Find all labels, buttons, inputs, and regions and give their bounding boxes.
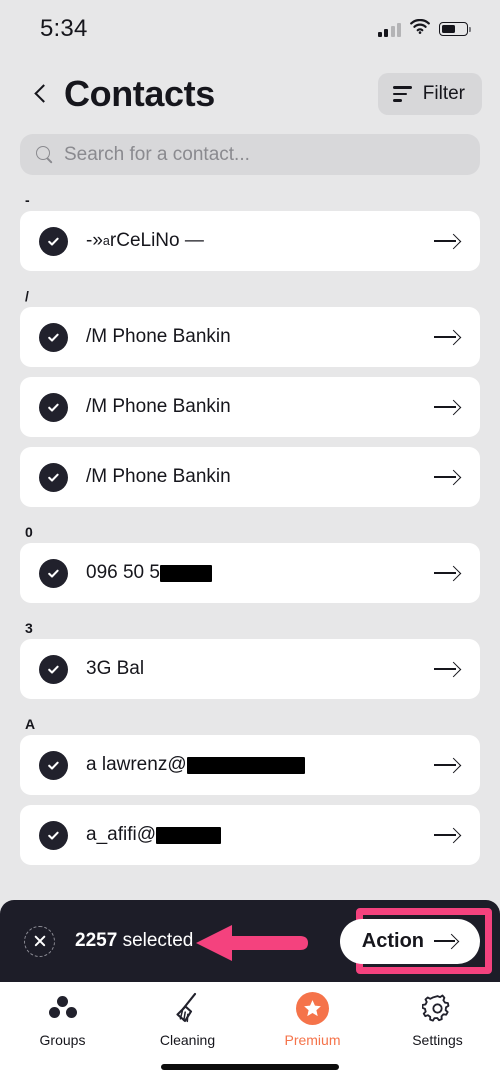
checkmark-circle-icon[interactable] <box>39 558 68 588</box>
arrow-right-icon[interactable] <box>434 756 460 774</box>
contact-row[interactable]: a lawrenz@ <box>20 735 480 795</box>
contact-name: a lawrenz@ <box>86 754 305 776</box>
contact-name: 3G Bal <box>86 658 145 679</box>
arrow-right-icon[interactable] <box>434 564 460 582</box>
section-letter: 3 <box>25 620 33 636</box>
section-letter: 0 <box>25 524 33 540</box>
search-icon <box>36 146 53 163</box>
tab-settings-label: Settings <box>412 1032 463 1048</box>
contact-row[interactable]: /M Phone Bankin <box>20 447 480 507</box>
arrow-right-icon <box>434 933 458 949</box>
tab-groups[interactable]: Groups <box>0 991 125 1048</box>
contact-name: /M Phone Bankin <box>86 466 231 487</box>
checkmark-circle-icon[interactable] <box>39 462 68 492</box>
selection-action-bar: 2257 selected Action <box>0 900 500 982</box>
contact-list[interactable]: - -» a rCeLiNo — / /M Phone Bankin/M Phone Ba… <box>0 175 500 865</box>
tab-groups-label: Groups <box>39 1032 86 1048</box>
arrow-right-icon[interactable] <box>434 826 460 844</box>
selected-count: 2257 <box>75 930 118 951</box>
groups-dots-icon <box>47 991 79 1025</box>
close-icon <box>33 934 47 948</box>
filter-button-label: Filter <box>422 83 465 104</box>
contact-name: 096 50 5 <box>86 562 212 584</box>
tab-settings[interactable]: Settings <box>375 991 500 1048</box>
checkmark-circle-icon[interactable] <box>39 392 68 422</box>
selected-label: selected <box>122 930 194 951</box>
checkmark-circle-icon[interactable] <box>39 322 68 352</box>
arrow-right-icon[interactable] <box>434 468 460 486</box>
bottom-tab-bar: Groups Cleaning Premium Settings <box>0 982 500 1082</box>
tab-premium[interactable]: Premium <box>250 991 375 1048</box>
checkmark-circle-icon[interactable] <box>39 750 68 780</box>
contact-row[interactable]: -» a rCeLiNo — <box>20 211 480 271</box>
status-time: 5:34 <box>40 15 88 42</box>
search-section: Search for a contact... <box>0 116 500 175</box>
battery-icon <box>439 22 471 36</box>
action-button-label: Action <box>361 929 424 952</box>
tab-cleaning[interactable]: Cleaning <box>125 991 250 1048</box>
section-letter: A <box>25 716 36 732</box>
filter-button[interactable]: Filter <box>377 73 482 115</box>
filter-lines-icon <box>392 86 412 102</box>
tab-premium-label: Premium <box>284 1032 341 1048</box>
app-screen: 5:34 Contacts Filter Search for a contac… <box>0 0 500 1082</box>
checkmark-circle-icon[interactable] <box>39 226 68 256</box>
contact-name: a_afifi@ <box>86 824 221 846</box>
tab-cleaning-label: Cleaning <box>159 1032 216 1048</box>
section-letter: / <box>25 288 29 304</box>
checkmark-circle-icon[interactable] <box>39 820 68 850</box>
home-indicator <box>161 1064 339 1070</box>
contact-name: /M Phone Bankin <box>86 326 231 347</box>
contact-row[interactable]: /M Phone Bankin <box>20 307 480 367</box>
contact-row[interactable]: a_afifi@ <box>20 805 480 865</box>
status-bar: 5:34 <box>0 0 500 58</box>
contact-row[interactable]: 096 50 5 <box>20 543 480 603</box>
wifi-icon <box>410 18 430 39</box>
checkmark-circle-icon[interactable] <box>39 654 68 684</box>
redacted-text <box>186 756 305 774</box>
section-letter: - <box>25 192 30 208</box>
selection-status: 2257 selected <box>75 930 193 952</box>
arrow-right-icon[interactable] <box>434 660 460 678</box>
close-circle-icon[interactable] <box>24 925 55 957</box>
gear-icon <box>422 991 453 1025</box>
action-button[interactable]: Action <box>339 918 480 964</box>
search-input[interactable]: Search for a contact... <box>20 134 480 175</box>
search-placeholder: Search for a contact... <box>64 143 250 165</box>
contact-name: /M Phone Bankin <box>86 396 231 417</box>
arrow-right-icon[interactable] <box>434 328 460 346</box>
arrow-right-icon[interactable] <box>434 398 460 416</box>
status-indicators <box>377 18 471 39</box>
page-title: Contacts <box>64 73 215 114</box>
redacted-text <box>156 826 221 844</box>
contact-row[interactable]: 3G Bal <box>20 639 480 699</box>
back-button[interactable] <box>28 81 54 107</box>
broom-icon <box>173 991 203 1025</box>
page-header: Contacts Filter <box>0 58 500 116</box>
cellular-signal-icon <box>377 22 401 37</box>
contact-name: -» a rCeLiNo — <box>86 230 204 251</box>
contact-row[interactable]: /M Phone Bankin <box>20 377 480 437</box>
arrow-right-icon[interactable] <box>434 232 460 250</box>
star-badge-icon <box>296 991 329 1025</box>
redacted-text <box>159 564 212 582</box>
